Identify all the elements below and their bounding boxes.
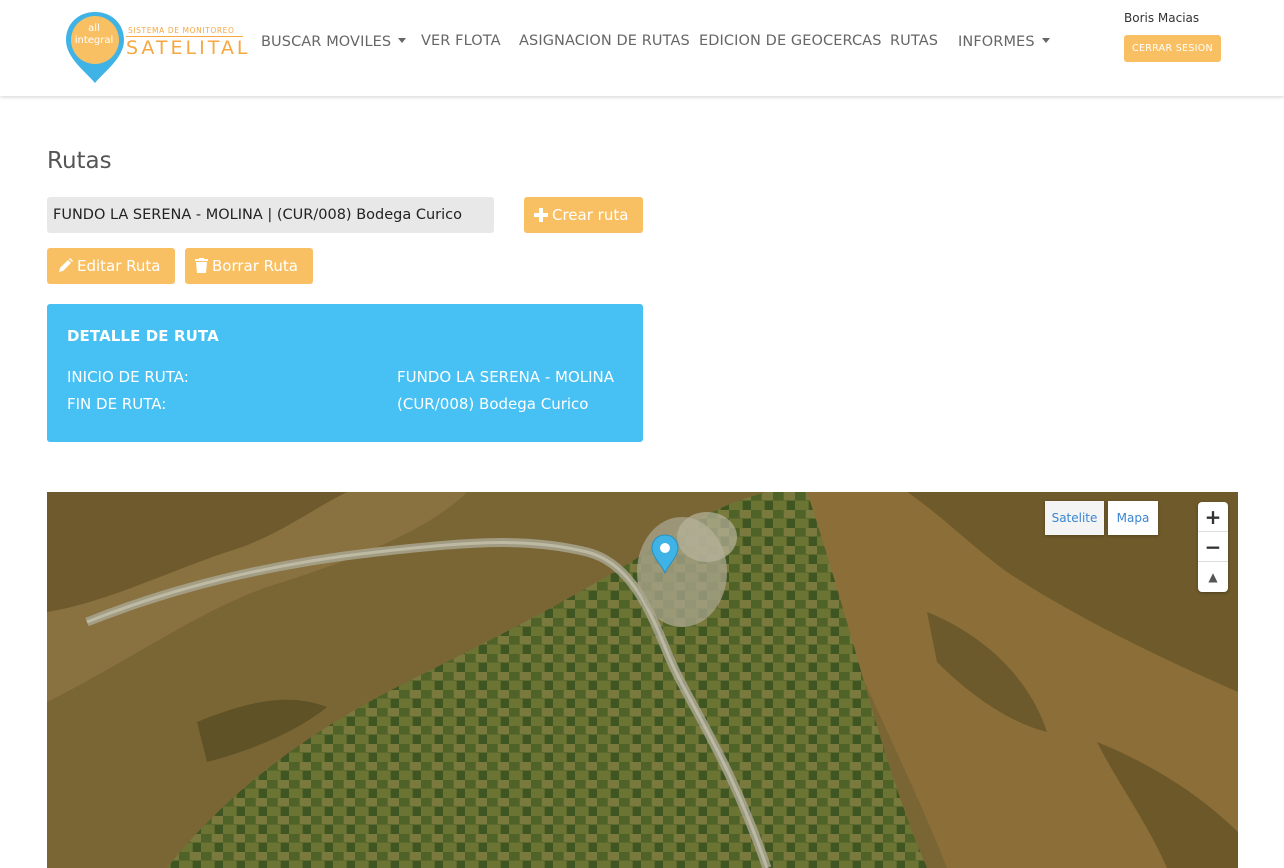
nav-ver-flota[interactable]: VER FLOTA [421,33,501,49]
satellite-imagery [47,492,1238,868]
nav-buscar-moviles[interactable]: BUSCAR MOVILES [261,34,407,50]
caret-down-icon [1041,38,1050,43]
logo-text-all: all [88,23,100,34]
nav-edicion-geocercas-label: EDICION DE GEOCERCAS [699,33,882,49]
create-route-label: Crear ruta [552,206,629,224]
nav-informes-label: INFORMES [958,34,1035,50]
logo-pin-text: all integral [71,23,117,47]
route-select[interactable]: FUNDO LA SERENA - MOLINA | (CUR/008) Bod… [47,197,494,233]
logo-tagline: SISTEMA DE MONITOREO [128,26,235,35]
navbar: all integral SISTEMA DE MONITOREO SATELI… [0,0,1284,96]
delete-route-label: Borrar Ruta [212,257,298,275]
nav-rutas-label: RUTAS [890,33,939,49]
zoom-control: + − ▲ [1198,502,1228,592]
detail-start-value: FUNDO LA SERENA - MOLINA [397,368,615,386]
nav-asignacion-rutas-label: ASIGNACION DE RUTAS [519,33,690,49]
edit-route-button[interactable]: Editar Ruta [47,248,175,284]
zoom-in-icon[interactable]: + [1198,502,1228,532]
map-view[interactable]: Satelite Mapa + − ▲ [47,492,1238,868]
caret-down-icon [398,38,407,43]
nav-informes[interactable]: INFORMES [958,34,1050,50]
nav-buscar-moviles-label: BUSCAR MOVILES [261,34,392,50]
logo-pin-icon [66,12,124,83]
location-marker-icon[interactable] [651,534,679,574]
plus-icon [534,208,548,222]
pencil-icon [59,258,73,272]
logo[interactable]: all integral SISTEMA DE MONITOREO SATELI… [62,10,247,86]
detail-start-label: INICIO DE RUTA: [67,368,189,386]
detail-end-value: (CUR/008) Bodega Curico [397,395,589,413]
route-detail-panel: DETALLE DE RUTA INICIO DE RUTA: FUNDO LA… [47,304,643,442]
detail-title: DETALLE DE RUTA [67,327,219,345]
nav-asignacion-rutas[interactable]: ASIGNACION DE RUTAS [519,33,690,49]
logo-brand: SATELITAL [126,37,251,59]
edit-route-label: Editar Ruta [77,257,161,275]
create-route-button[interactable]: Crear ruta [524,197,643,233]
compass-icon[interactable]: ▲ [1198,562,1228,592]
map-toggle[interactable]: Mapa [1108,501,1158,535]
nav-edicion-geocercas[interactable]: EDICION DE GEOCERCAS [699,33,882,49]
trash-icon [195,258,208,273]
page-title: Rutas [47,148,112,174]
zoom-out-icon[interactable]: − [1198,532,1228,562]
nav-ver-flota-label: VER FLOTA [421,33,501,49]
logout-button[interactable]: CERRAR SESION [1124,35,1221,62]
logo-text-integral: integral [74,35,114,46]
user-name: Boris Macias [1124,11,1200,25]
satellite-toggle[interactable]: Satelite [1045,501,1104,535]
detail-end-label: FIN DE RUTA: [67,395,167,413]
delete-route-button[interactable]: Borrar Ruta [185,248,313,284]
nav-rutas[interactable]: RUTAS [890,33,938,49]
